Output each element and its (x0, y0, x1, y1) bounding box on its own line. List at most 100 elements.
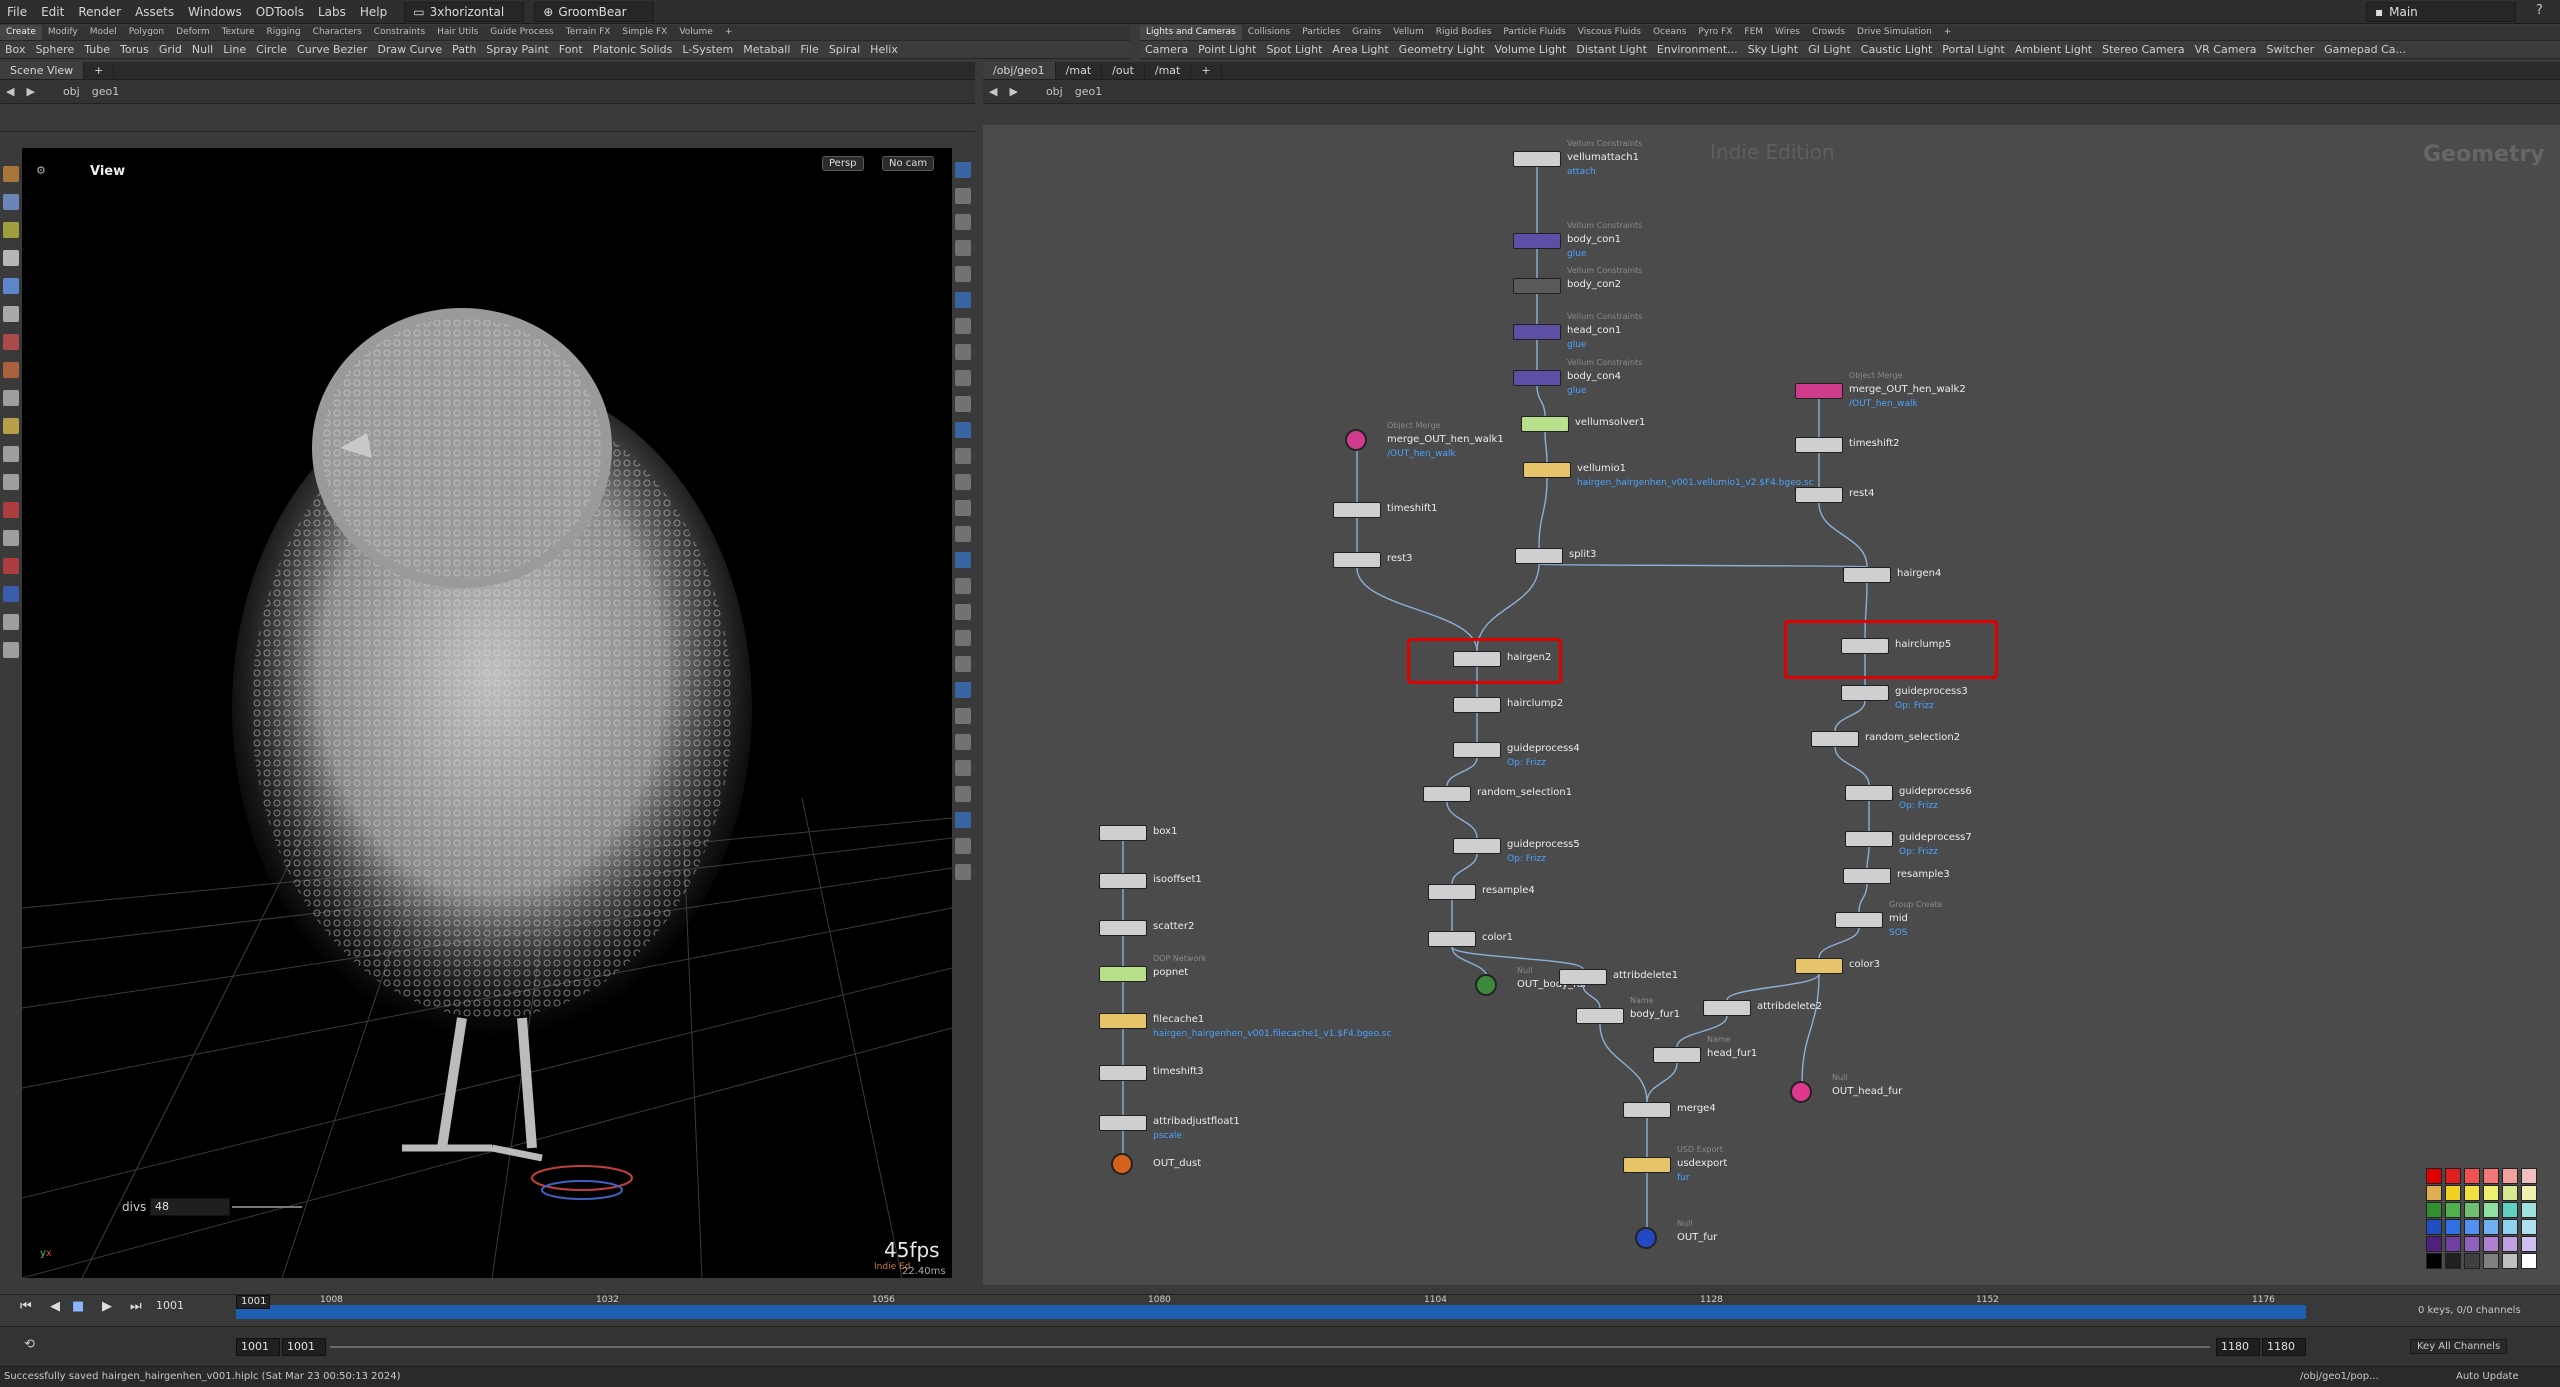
display-tool-icon-24[interactable] (955, 786, 971, 802)
palette-swatch-13[interactable] (2445, 1202, 2461, 1218)
display-tool-icon-20[interactable] (955, 682, 971, 698)
menu-edit[interactable]: Edit (34, 0, 71, 24)
tool-distant-light[interactable]: Distant Light (1571, 43, 1652, 56)
display-tool-icon-2[interactable] (955, 214, 971, 230)
tool-l-system[interactable]: L-System (677, 43, 738, 56)
shelf-tab-constraints[interactable]: Constraints (368, 25, 431, 40)
net-path-obj[interactable]: obj (1040, 85, 1069, 98)
palette-swatch-9[interactable] (2483, 1185, 2499, 1201)
add-shelf-tab[interactable]: + (1938, 25, 1958, 40)
tool-gamepad-ca[interactable]: Gamepad Ca... (2319, 43, 2411, 56)
display-tool-icon-27[interactable] (955, 864, 971, 880)
shelf-tab-oceans[interactable]: Oceans (1647, 25, 1692, 40)
shelf-tab-polygon[interactable]: Polygon (123, 25, 170, 40)
palette-swatch-1[interactable] (2445, 1168, 2461, 1184)
menu-render[interactable]: Render (71, 0, 128, 24)
divs-field[interactable]: 48 (150, 1198, 230, 1216)
tool-gi-light[interactable]: GI Light (1803, 43, 1856, 56)
range-end-2[interactable]: 1180 (2262, 1338, 2306, 1356)
tool-ambient-light[interactable]: Ambient Light (2010, 43, 2097, 56)
palette-swatch-17[interactable] (2521, 1202, 2537, 1218)
display-tool-icon-9[interactable] (955, 396, 971, 412)
display-tool-icon-12[interactable] (955, 474, 971, 490)
palette-swatch-20[interactable] (2464, 1219, 2480, 1235)
left-tool-icon-2[interactable] (3, 222, 19, 238)
tool-portal-light[interactable]: Portal Light (1937, 43, 2010, 56)
display-tool-icon-19[interactable] (955, 656, 971, 672)
menu-help[interactable]: Help (353, 0, 394, 24)
tool-file[interactable]: File (795, 43, 823, 56)
display-tool-icon-21[interactable] (955, 708, 971, 724)
tool-null[interactable]: Null (187, 43, 218, 56)
palette-swatch-11[interactable] (2521, 1185, 2537, 1201)
shelf-tab-grains[interactable]: Grains (1346, 25, 1387, 40)
tab-mat-1[interactable]: /mat (1056, 62, 1103, 79)
display-tool-icon-4[interactable] (955, 266, 971, 282)
timeline[interactable]: ⏮ ◀ ■ ▶ ⏭ 1001 1001 1008 1032 1056 1080 1104… (0, 1294, 2560, 1326)
palette-swatch-8[interactable] (2464, 1185, 2480, 1201)
display-tool-icon-8[interactable] (955, 370, 971, 386)
tool-tube[interactable]: Tube (79, 43, 115, 56)
palette-swatch-24[interactable] (2426, 1236, 2442, 1252)
desktop-selector[interactable]: ▭ 3xhorizontal (404, 1, 525, 22)
tool-geometry-light[interactable]: Geometry Light (1394, 43, 1490, 56)
tool-sphere[interactable]: Sphere (30, 43, 79, 56)
palette-swatch-14[interactable] (2464, 1202, 2480, 1218)
left-tool-icon-11[interactable] (3, 474, 19, 490)
shelf-tab-fem[interactable]: FEM (1738, 25, 1769, 40)
update-mode[interactable]: Auto Update (2456, 1367, 2519, 1387)
net-path-geo1[interactable]: geo1 (1069, 85, 1108, 98)
forward-icon[interactable]: ▶ (20, 85, 40, 98)
left-tool-icon-15[interactable] (3, 586, 19, 602)
shelf-tab-rigging[interactable]: Rigging (261, 25, 307, 40)
shelf-tab-collisions[interactable]: Collisions (1242, 25, 1296, 40)
help-icon[interactable]: ? (2536, 3, 2543, 18)
project-selector[interactable]: ⊕ GroomBear (534, 1, 655, 22)
palette-swatch-6[interactable] (2426, 1185, 2442, 1201)
display-tool-icon-13[interactable] (955, 500, 971, 516)
path-geo1[interactable]: geo1 (86, 85, 125, 98)
palette-swatch-21[interactable] (2483, 1219, 2499, 1235)
range-start-2[interactable]: 1001 (282, 1338, 326, 1356)
timeline-track[interactable] (236, 1305, 2306, 1319)
left-tool-icon-7[interactable] (3, 362, 19, 378)
display-tool-icon-5[interactable] (955, 292, 971, 308)
tab-scene-view[interactable]: Scene View (0, 62, 85, 79)
palette-swatch-27[interactable] (2483, 1236, 2499, 1252)
display-tool-icon-11[interactable] (955, 448, 971, 464)
left-tool-icon-16[interactable] (3, 614, 19, 630)
shelf-tab-model[interactable]: Model (84, 25, 123, 40)
key-all-channels[interactable]: Key All Channels (2410, 1339, 2508, 1354)
3d-viewport[interactable]: ⚙ View Persp No cam divs 48 45fps Indie … (22, 148, 952, 1278)
tool-area-light[interactable]: Area Light (1327, 43, 1393, 56)
tool-box[interactable]: Box (0, 43, 30, 56)
palette-swatch-30[interactable] (2426, 1253, 2442, 1269)
tab-mat-3[interactable]: /mat (1145, 62, 1192, 79)
tool-spray-paint[interactable]: Spray Paint (481, 43, 553, 56)
palette-swatch-12[interactable] (2426, 1202, 2442, 1218)
tool-metaball[interactable]: Metaball (738, 43, 795, 56)
tool-spot-light[interactable]: Spot Light (1261, 43, 1327, 56)
tool-spiral[interactable]: Spiral (824, 43, 865, 56)
palette-swatch-10[interactable] (2502, 1185, 2518, 1201)
tool-volume-light[interactable]: Volume Light (1489, 43, 1571, 56)
realtime-icon[interactable]: ⟲ (24, 1337, 35, 1352)
palette-swatch-5[interactable] (2521, 1168, 2537, 1184)
shelf-tab-volume[interactable]: Volume (673, 25, 718, 40)
shelf-tab-pyro-fx[interactable]: Pyro FX (1692, 25, 1738, 40)
palette-swatch-34[interactable] (2502, 1253, 2518, 1269)
tool-caustic-light[interactable]: Caustic Light (1856, 43, 1938, 56)
palette-swatch-18[interactable] (2426, 1219, 2442, 1235)
tool-draw-curve[interactable]: Draw Curve (372, 43, 447, 56)
left-tool-icon-13[interactable] (3, 530, 19, 546)
net-forward-icon[interactable]: ▶ (1003, 85, 1023, 98)
shelf-tab-texture[interactable]: Texture (216, 25, 261, 40)
menu-odtools[interactable]: ODTools (249, 0, 311, 24)
shelf-tab-terrain-fx[interactable]: Terrain FX (560, 25, 617, 40)
display-tool-icon-14[interactable] (955, 526, 971, 542)
left-tool-icon-8[interactable] (3, 390, 19, 406)
tool-platonic-solids[interactable]: Platonic Solids (588, 43, 678, 56)
add-tab-button[interactable]: + (84, 62, 115, 79)
tool-circle[interactable]: Circle (251, 43, 292, 56)
left-tool-icon-17[interactable] (3, 642, 19, 658)
